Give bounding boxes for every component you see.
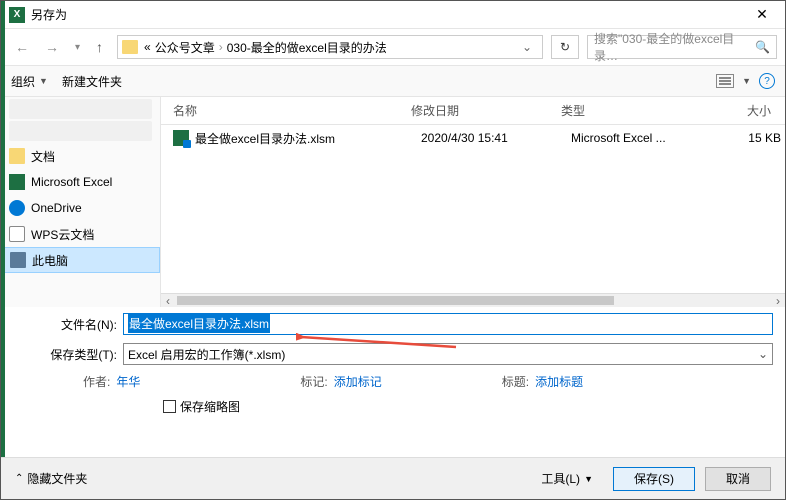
- annotation-arrow: [296, 333, 466, 357]
- excel-icon: [9, 174, 25, 190]
- column-header-date[interactable]: 修改日期: [411, 102, 561, 119]
- cloud-icon: [9, 226, 25, 242]
- column-header-name[interactable]: 名称: [161, 102, 411, 119]
- sidebar-item-blurred[interactable]: [9, 121, 152, 141]
- chevron-down-icon: ▼: [584, 474, 593, 484]
- window-title: 另存为: [31, 6, 67, 23]
- folder-icon: [122, 40, 138, 54]
- chevron-down-icon: ▼: [39, 76, 48, 86]
- chevron-down-icon[interactable]: ▼: [742, 76, 751, 86]
- hide-folders-button[interactable]: ⌃ 隐藏文件夹: [15, 470, 87, 487]
- save-thumbnail-label[interactable]: 保存缩略图: [180, 398, 240, 415]
- file-row[interactable]: 最全做excel目录办法.xlsm 2020/4/30 15:41 Micros…: [161, 125, 785, 151]
- author-value[interactable]: 年华: [116, 373, 140, 390]
- chevron-down-icon: ⌄: [758, 347, 768, 361]
- sidebar-item-excel[interactable]: Microsoft Excel: [1, 169, 160, 195]
- title-label: 标题:: [502, 373, 529, 390]
- column-header-size[interactable]: 大小: [711, 102, 771, 119]
- sidebar-item-documents[interactable]: 文档: [1, 143, 160, 169]
- filetype-label: 保存类型(T):: [13, 346, 123, 363]
- forward-icon[interactable]: →: [39, 37, 65, 57]
- horizontal-scrollbar[interactable]: ‹ ›: [161, 293, 785, 307]
- search-icon: 🔍: [755, 40, 770, 54]
- up-icon[interactable]: ↑: [90, 37, 109, 57]
- recent-dropdown-icon[interactable]: ▾: [69, 40, 86, 55]
- folder-icon: [9, 148, 25, 164]
- scroll-right-icon[interactable]: ›: [771, 294, 785, 307]
- tools-button[interactable]: 工具(L) ▼: [531, 467, 603, 491]
- refresh-icon[interactable]: ↻: [551, 35, 579, 59]
- back-icon[interactable]: ←: [9, 37, 35, 57]
- file-list: 名称 修改日期 类型 大小 最全做excel目录办法.xlsm 2020/4/3…: [161, 97, 785, 307]
- search-input[interactable]: 搜索"030-最全的做excel目录… 🔍: [587, 35, 777, 59]
- column-header-type[interactable]: 类型: [561, 102, 711, 119]
- close-icon[interactable]: ✕: [747, 6, 777, 23]
- breadcrumb-seg[interactable]: 公众号文章: [153, 39, 217, 56]
- title-value[interactable]: 添加标题: [535, 373, 583, 390]
- breadcrumb-seg[interactable]: 030-最全的做excel目录的办法: [225, 39, 389, 56]
- sidebar-item-onedrive[interactable]: OneDrive: [1, 195, 160, 221]
- sidebar-item-thispc[interactable]: 此电脑: [1, 247, 160, 273]
- tags-value[interactable]: 添加标记: [334, 373, 382, 390]
- breadcrumb[interactable]: « 公众号文章 › 030-最全的做excel目录的办法 ⌄: [117, 35, 543, 59]
- save-thumbnail-checkbox[interactable]: [163, 400, 176, 413]
- excel-app-icon: X: [9, 7, 25, 23]
- newfolder-button[interactable]: 新建文件夹: [62, 73, 122, 90]
- xlsm-file-icon: [173, 130, 189, 146]
- view-options-icon[interactable]: [716, 74, 734, 88]
- filename-input[interactable]: 最全做excel目录办法.xlsm: [123, 313, 773, 335]
- chevron-down-icon[interactable]: ⌄: [516, 40, 538, 54]
- chevron-right-icon[interactable]: ›: [217, 40, 225, 54]
- sidebar-item-wps[interactable]: WPS云文档: [1, 221, 160, 247]
- sidebar-item-blurred[interactable]: [9, 99, 152, 119]
- save-button[interactable]: 保存(S): [613, 467, 695, 491]
- chevron-up-icon: ⌃: [15, 473, 23, 484]
- help-icon[interactable]: ?: [759, 73, 775, 89]
- tags-label: 标记:: [300, 373, 327, 390]
- filename-label: 文件名(N):: [13, 316, 123, 333]
- pc-icon: [10, 252, 26, 268]
- scroll-left-icon[interactable]: ‹: [161, 294, 175, 307]
- cancel-button[interactable]: 取消: [705, 467, 771, 491]
- sidebar: 文档 Microsoft Excel OneDrive WPS云文档 此电脑: [1, 97, 161, 307]
- onedrive-icon: [9, 200, 25, 216]
- author-label: 作者:: [83, 373, 110, 390]
- organize-button[interactable]: 组织 ▼: [11, 73, 48, 90]
